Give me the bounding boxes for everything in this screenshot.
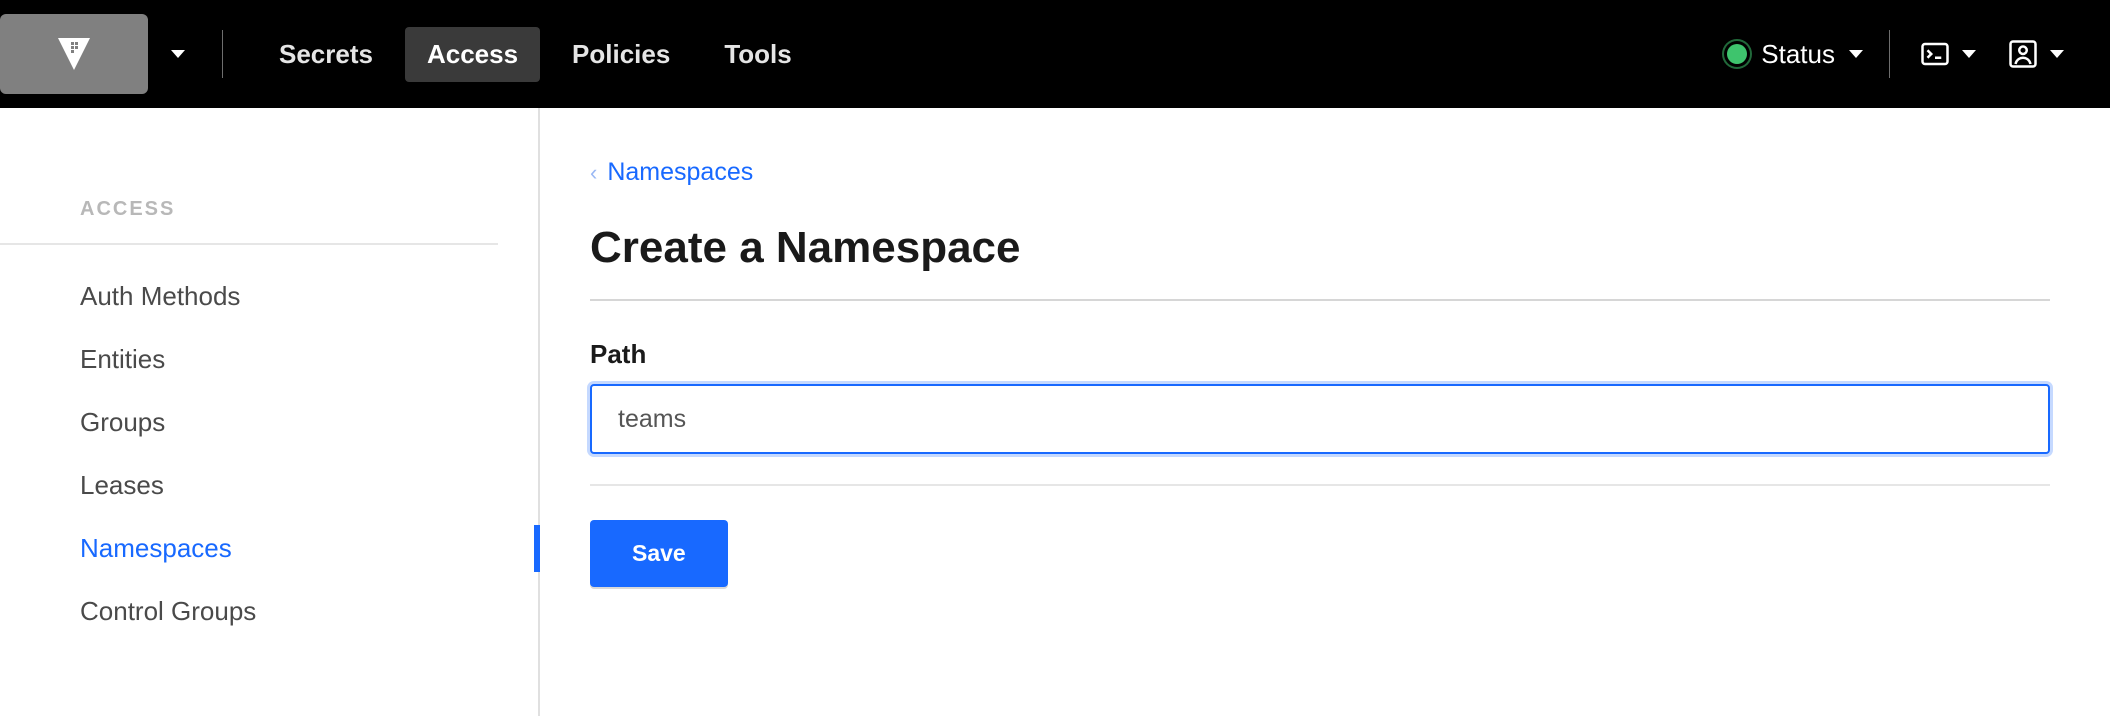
save-button[interactable]: Save (590, 520, 728, 587)
nav-tab-access[interactable]: Access (405, 27, 540, 82)
chevron-down-icon (2050, 50, 2064, 58)
main: ‹ Namespaces Create a Namespace Path Sav… (540, 108, 2110, 716)
sidebar-item-groups[interactable]: Groups (0, 391, 538, 454)
nav-tab-policies[interactable]: Policies (550, 27, 692, 82)
status-indicator-icon (1727, 44, 1747, 64)
path-label: Path (590, 339, 2050, 370)
chevron-down-icon (1849, 50, 1863, 58)
console-menu[interactable] (1904, 39, 1992, 69)
chevron-down-icon (171, 50, 185, 58)
user-menu[interactable] (1992, 39, 2080, 69)
sidebar-heading: ACCESS (0, 198, 498, 245)
namespace-picker[interactable] (148, 0, 208, 108)
status-menu[interactable]: Status (1715, 39, 1875, 70)
divider (1889, 30, 1890, 78)
breadcrumb-label: Namespaces (607, 158, 753, 187)
top-nav: Secrets Access Policies Tools Status (0, 0, 2110, 108)
nav-tabs: Secrets Access Policies Tools (257, 27, 814, 82)
breadcrumb[interactable]: ‹ Namespaces (590, 158, 2050, 187)
divider (590, 484, 2050, 486)
sidebar-item-leases[interactable]: Leases (0, 454, 538, 517)
chevron-down-icon (1962, 50, 1976, 58)
sidebar-item-control-groups[interactable]: Control Groups (0, 580, 538, 643)
chevron-left-icon: ‹ (590, 160, 597, 186)
sidebar: ACCESS Auth Methods Entities Groups Leas… (0, 108, 540, 716)
page-title: Create a Namespace (590, 223, 2050, 301)
logo-block (0, 0, 208, 108)
vault-logo-icon (54, 34, 94, 74)
divider (222, 30, 223, 78)
nav-tab-secrets[interactable]: Secrets (257, 27, 395, 82)
content: ACCESS Auth Methods Entities Groups Leas… (0, 108, 2110, 716)
sidebar-item-auth-methods[interactable]: Auth Methods (0, 265, 538, 328)
status-label: Status (1761, 39, 1835, 70)
terminal-icon (1920, 39, 1950, 69)
nav-tab-tools[interactable]: Tools (702, 27, 813, 82)
sidebar-item-namespaces[interactable]: Namespaces (0, 517, 538, 580)
path-input[interactable] (590, 384, 2050, 454)
vault-logo[interactable] (0, 14, 148, 94)
user-icon (2008, 39, 2038, 69)
sidebar-item-entities[interactable]: Entities (0, 328, 538, 391)
